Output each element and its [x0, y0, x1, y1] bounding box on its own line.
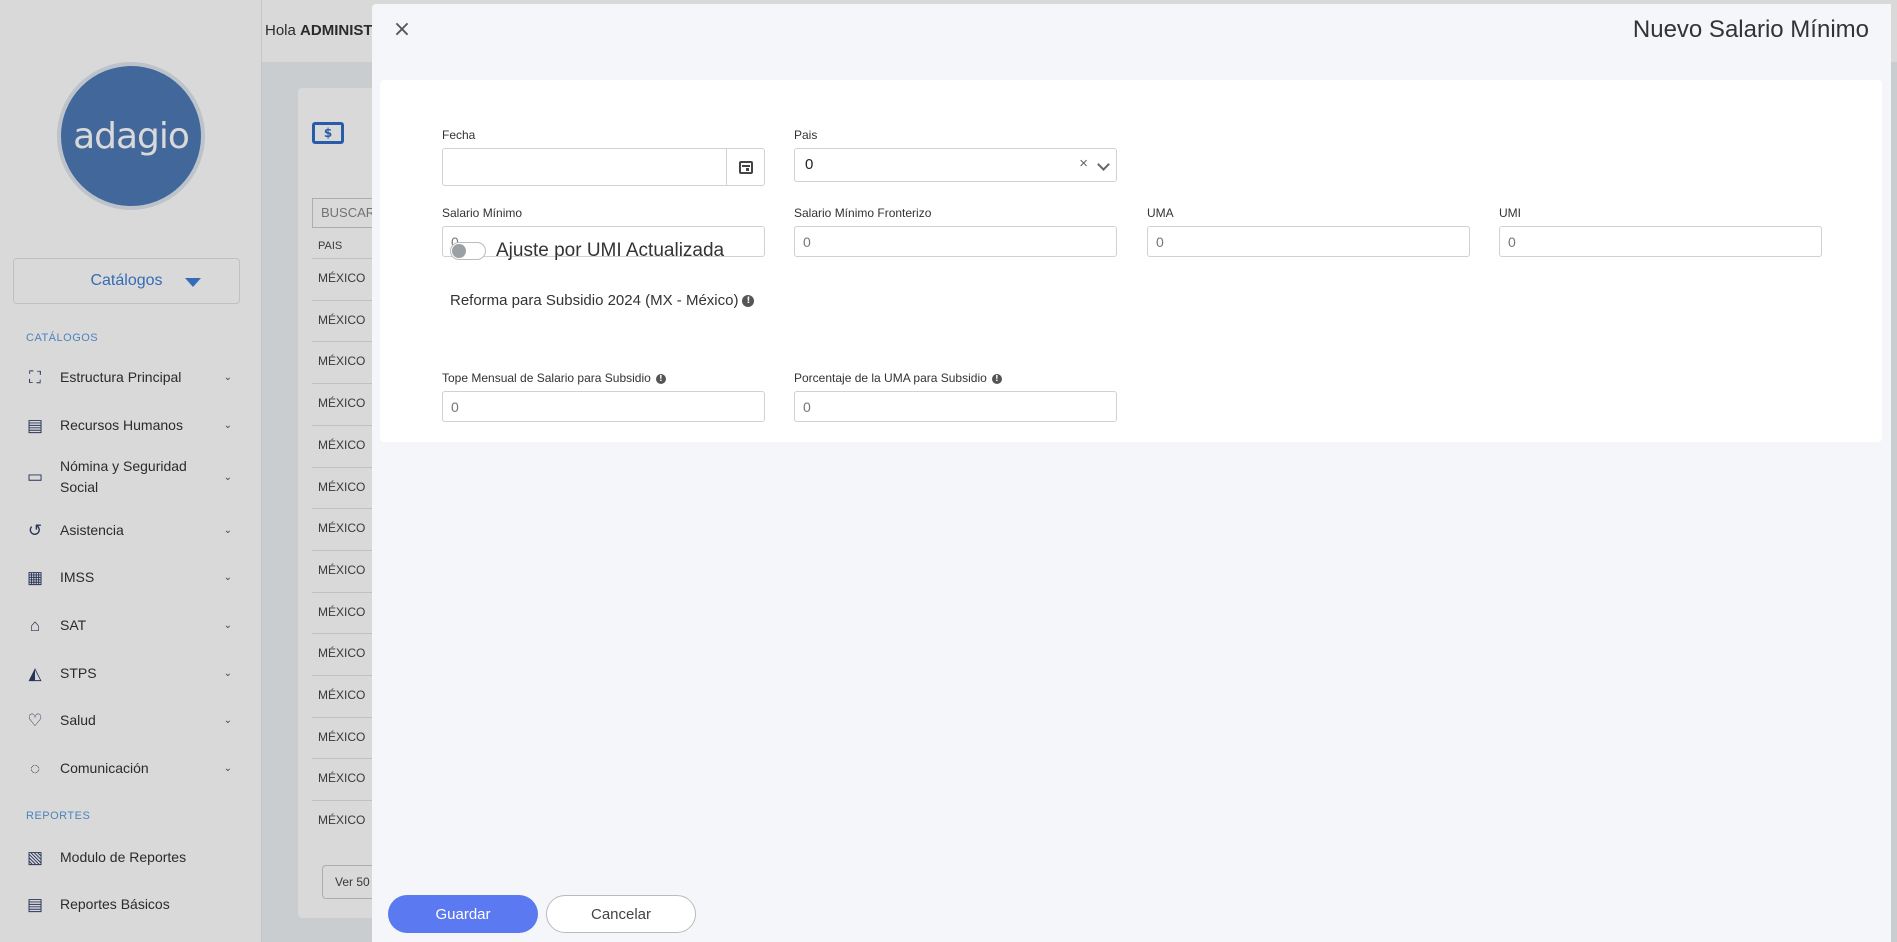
modal-title: Nuevo Salario Mínimo	[1632, 16, 1869, 43]
fecha-date-picker	[442, 148, 765, 186]
toggle-knob	[452, 244, 466, 258]
porcentaje-uma-input[interactable]	[794, 391, 1117, 422]
salario-fronterizo-field-group: Salario Mínimo Fronterizo	[794, 206, 1117, 257]
fecha-field-group: Fecha	[442, 128, 765, 186]
uma-input[interactable]	[1147, 226, 1470, 257]
salario-fronterizo-label: Salario Mínimo Fronterizo	[794, 206, 932, 220]
umi-toggle-row: Ajuste por UMI Actualizada	[450, 240, 724, 262]
uma-field-group: UMA	[1147, 206, 1470, 257]
umi-toggle[interactable]	[450, 242, 486, 260]
umi-label: UMI	[1499, 206, 1521, 220]
tope-mensual-field-group: Tope Mensual de Salario para Subsidio!	[442, 371, 765, 422]
reforma-title-text: Reforma para Subsidio 2024 (MX - México)	[450, 292, 739, 309]
form-card: Fecha Pais 0 × Salario Mínimo Salario Mí…	[380, 80, 1882, 442]
info-icon[interactable]: !	[991, 373, 1002, 384]
tope-mensual-label: Tope Mensual de Salario para Subsidio!	[442, 371, 765, 385]
close-icon[interactable]: ×	[390, 18, 414, 42]
calendar-icon	[738, 160, 753, 174]
info-icon[interactable]: !	[742, 295, 755, 308]
chevron-down-icon[interactable]	[1097, 158, 1110, 171]
uma-label: UMA	[1147, 206, 1174, 220]
tope-mensual-input[interactable]	[442, 391, 765, 422]
calendar-button[interactable]	[726, 149, 764, 185]
fecha-label: Fecha	[442, 128, 476, 142]
save-button[interactable]: Guardar	[388, 895, 538, 933]
tope-mensual-label-text: Tope Mensual de Salario para Subsidio	[442, 371, 651, 385]
umi-field-group: UMI	[1499, 206, 1822, 257]
new-minimum-wage-modal: × Nuevo Salario Mínimo Fecha Pais 0 × Sa…	[372, 4, 1891, 942]
pais-select[interactable]: 0 ×	[794, 148, 1117, 182]
fecha-input[interactable]	[443, 149, 726, 185]
reforma-section-title: Reforma para Subsidio 2024 (MX - México)…	[450, 292, 755, 309]
pais-selected-value: 0	[805, 156, 814, 173]
info-icon[interactable]: !	[655, 373, 666, 384]
salario-minimo-label: Salario Mínimo	[442, 206, 523, 220]
pais-field-group: Pais 0 ×	[794, 128, 1117, 182]
porcentaje-uma-label: Porcentaje de la UMA para Subsidio!	[794, 371, 1117, 385]
umi-input[interactable]	[1499, 226, 1822, 257]
salario-fronterizo-input[interactable]	[794, 226, 1117, 257]
pais-label: Pais	[794, 128, 818, 142]
cancel-button[interactable]: Cancelar	[546, 895, 696, 933]
umi-toggle-label: Ajuste por UMI Actualizada	[496, 240, 725, 261]
clear-icon[interactable]: ×	[1079, 155, 1088, 172]
porcentaje-uma-field-group: Porcentaje de la UMA para Subsidio!	[794, 371, 1117, 422]
porcentaje-uma-label-text: Porcentaje de la UMA para Subsidio	[794, 371, 987, 385]
